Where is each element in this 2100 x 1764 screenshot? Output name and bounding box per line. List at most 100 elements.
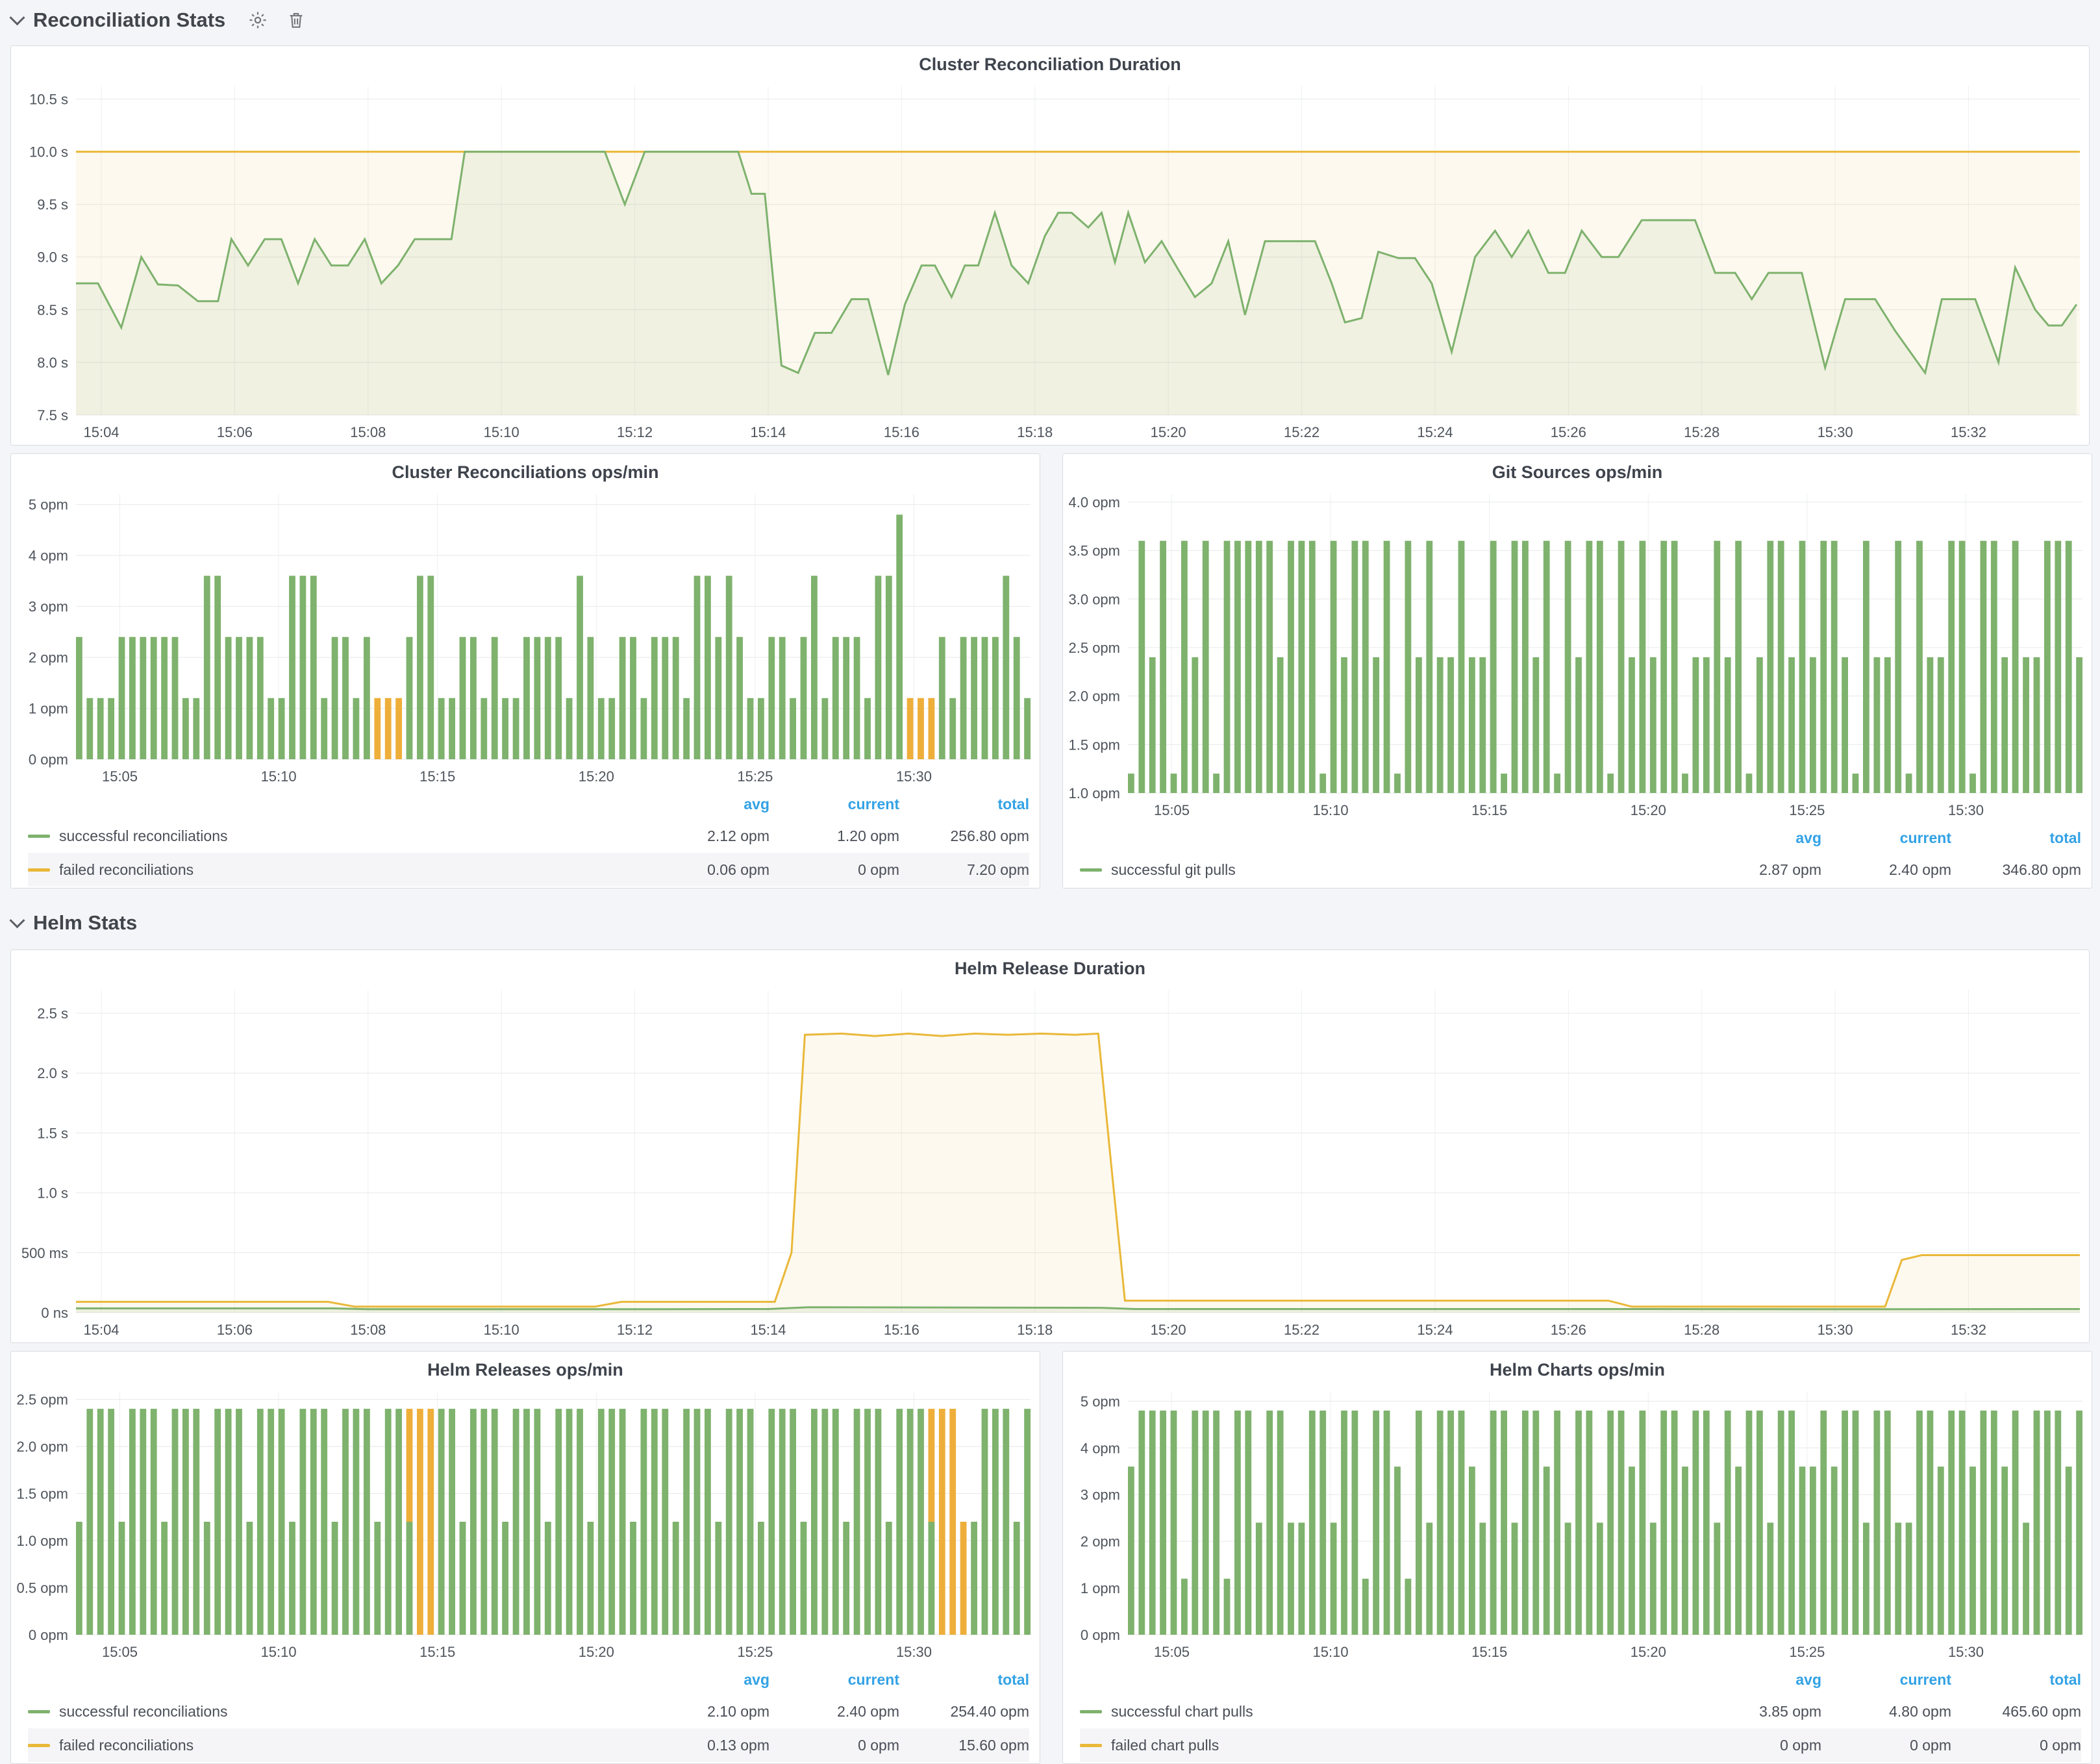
gear-icon[interactable] [247,10,268,31]
svg-text:9.0 s: 9.0 s [37,249,68,266]
series-label[interactable]: successful git pulls [1111,861,1236,879]
series-label[interactable]: successful reconciliations [59,827,228,845]
stat-total: 256.80 opm [899,827,1029,845]
stat-total: 7.20 opm [899,861,1029,879]
series-color-dash [28,868,50,872]
svg-text:15:10: 15:10 [1313,1644,1349,1660]
svg-text:7.5 s: 7.5 s [37,407,68,423]
svg-text:1.0 opm: 1.0 opm [1069,785,1121,801]
cluster-reconciliation-duration-chart[interactable]: 15:0415:0615:0815:1015:1215:1415:1615:18… [11,80,2089,445]
panel-title[interactable]: Helm Releases ops/min [11,1352,1040,1385]
svg-text:4 opm: 4 opm [29,548,68,564]
svg-text:15:15: 15:15 [419,768,455,785]
svg-text:15:28: 15:28 [1684,1322,1719,1338]
stat-total: 0 opm [1951,1737,2081,1754]
svg-text:15:18: 15:18 [1017,424,1053,440]
svg-text:15:20: 15:20 [1631,1644,1666,1660]
stat-current: 0 opm [1821,1737,1951,1754]
series-label[interactable]: successful chart pulls [1111,1703,1253,1720]
legend-row[interactable]: successful reconciliations 2.10 opm 2.40… [28,1695,1029,1728]
legend-sort-avg[interactable]: avg [640,796,769,813]
svg-text:2.0 opm: 2.0 opm [17,1439,69,1455]
svg-text:15:30: 15:30 [1818,424,1853,440]
legend-header-row: avg current total [1080,823,2081,853]
svg-text:15:10: 15:10 [261,768,297,785]
svg-text:15:14: 15:14 [750,424,786,440]
legend-sort-current[interactable]: current [1821,829,1951,847]
svg-text:15:22: 15:22 [1284,424,1319,440]
legend-sort-avg[interactable]: avg [1692,1671,1821,1689]
stat-total: 465.60 opm [1951,1703,2081,1720]
svg-text:15:12: 15:12 [617,424,653,440]
svg-text:0 opm: 0 opm [1081,1627,1120,1643]
svg-text:0 opm: 0 opm [29,751,68,768]
helm-releases-ops-chart[interactable]: 15:0515:1015:1515:2015:2515:300 opm0.5 o… [11,1385,1040,1665]
svg-text:10.5 s: 10.5 s [29,91,68,107]
legend: avg current total successful git pulls 2… [1063,823,2092,888]
svg-text:15:12: 15:12 [617,1322,653,1338]
svg-text:2.0 s: 2.0 s [37,1065,68,1081]
svg-text:3 opm: 3 opm [1081,1487,1120,1503]
legend-row[interactable]: successful git pulls 2.87 opm 2.40 opm 3… [1080,853,2081,887]
legend-row[interactable]: successful chart pulls 3.85 opm 4.80 opm… [1080,1695,2081,1728]
legend-row[interactable]: successful reconciliations 2.12 opm 1.20… [28,819,1029,853]
svg-text:15:10: 15:10 [484,424,519,440]
svg-text:10.0 s: 10.0 s [29,144,68,160]
panel-title[interactable]: Git Sources ops/min [1063,454,2092,488]
panel-cluster-reconciliations-ops: Cluster Reconciliations ops/min 15:0515:… [10,453,1040,888]
cluster-reconciliations-ops-chart[interactable]: 15:0515:1015:1515:2015:2515:300 opm1 opm… [11,488,1040,789]
svg-text:8.0 s: 8.0 s [37,355,68,371]
svg-text:0.5 opm: 0.5 opm [17,1580,69,1596]
series-label[interactable]: failed reconciliations [59,861,194,879]
svg-text:1.5 s: 1.5 s [37,1125,68,1141]
panel-title[interactable]: Cluster Reconciliations ops/min [11,454,1040,488]
svg-text:15:15: 15:15 [419,1644,455,1660]
svg-text:15:15: 15:15 [1471,802,1507,818]
series-label[interactable]: failed chart pulls [1111,1737,1219,1754]
legend-sort-current[interactable]: current [769,796,899,813]
legend-sort-current[interactable]: current [1821,1671,1951,1689]
series-label[interactable]: failed reconciliations [59,1737,194,1754]
section-header-helm-stats[interactable]: Helm Stats [0,903,2100,943]
svg-text:3 opm: 3 opm [29,599,68,615]
stat-current: 2.40 opm [769,1703,899,1720]
legend-row[interactable]: failed reconciliations 0.06 opm 0 opm 7.… [28,853,1029,887]
git-sources-ops-chart[interactable]: 15:0515:1015:1515:2015:2515:301.0 opm1.5… [1063,488,2092,823]
svg-text:15:14: 15:14 [750,1322,786,1338]
svg-text:15:04: 15:04 [83,424,119,440]
legend-row[interactable]: failed chart pulls 0 opm 0 opm 0 opm [1080,1728,2081,1762]
helm-charts-ops-chart[interactable]: 15:0515:1015:1515:2015:2515:300 opm1 opm… [1063,1385,2092,1665]
series-label[interactable]: successful reconciliations [59,1703,228,1720]
stat-total: 15.60 opm [899,1737,1029,1754]
legend-sort-avg[interactable]: avg [640,1671,769,1689]
trash-icon[interactable] [286,10,306,31]
svg-text:15:32: 15:32 [1951,424,1986,440]
legend-sort-total[interactable]: total [899,796,1029,813]
panel-title[interactable]: Helm Release Duration [11,950,2089,984]
svg-text:15:20: 15:20 [1151,1322,1186,1338]
svg-text:15:16: 15:16 [884,424,919,440]
svg-text:0 opm: 0 opm [29,1627,68,1643]
stat-total: 346.80 opm [1951,861,2081,879]
svg-text:15:25: 15:25 [1789,802,1825,818]
panel-title[interactable]: Cluster Reconciliation Duration [11,46,2089,80]
svg-text:15:16: 15:16 [884,1322,919,1338]
svg-text:1 opm: 1 opm [1081,1580,1120,1596]
stat-current: 1.20 opm [769,827,899,845]
legend-sort-avg[interactable]: avg [1692,829,1821,847]
legend-sort-total[interactable]: total [899,1671,1029,1689]
svg-text:4.0 opm: 4.0 opm [1069,494,1121,510]
series-color-dash [1080,1710,1102,1713]
legend-sort-total[interactable]: total [1951,1671,2081,1689]
section-header-reconciliation-stats[interactable]: Reconciliation Stats [0,0,2100,40]
helm-release-duration-chart[interactable]: 15:0415:0615:0815:1015:1215:1415:1615:18… [11,984,2089,1342]
legend-sort-total[interactable]: total [1951,829,2081,847]
svg-text:15:28: 15:28 [1684,424,1719,440]
panel-title[interactable]: Helm Charts ops/min [1063,1352,2092,1385]
legend-row[interactable]: failed reconciliations 0.13 opm 0 opm 15… [28,1728,1029,1762]
legend-sort-current[interactable]: current [769,1671,899,1689]
svg-text:2 opm: 2 opm [1081,1533,1120,1550]
legend: avg current total successful reconciliat… [11,1665,1040,1763]
svg-text:15:20: 15:20 [1151,424,1186,440]
stat-current: 2.40 opm [1821,861,1951,879]
